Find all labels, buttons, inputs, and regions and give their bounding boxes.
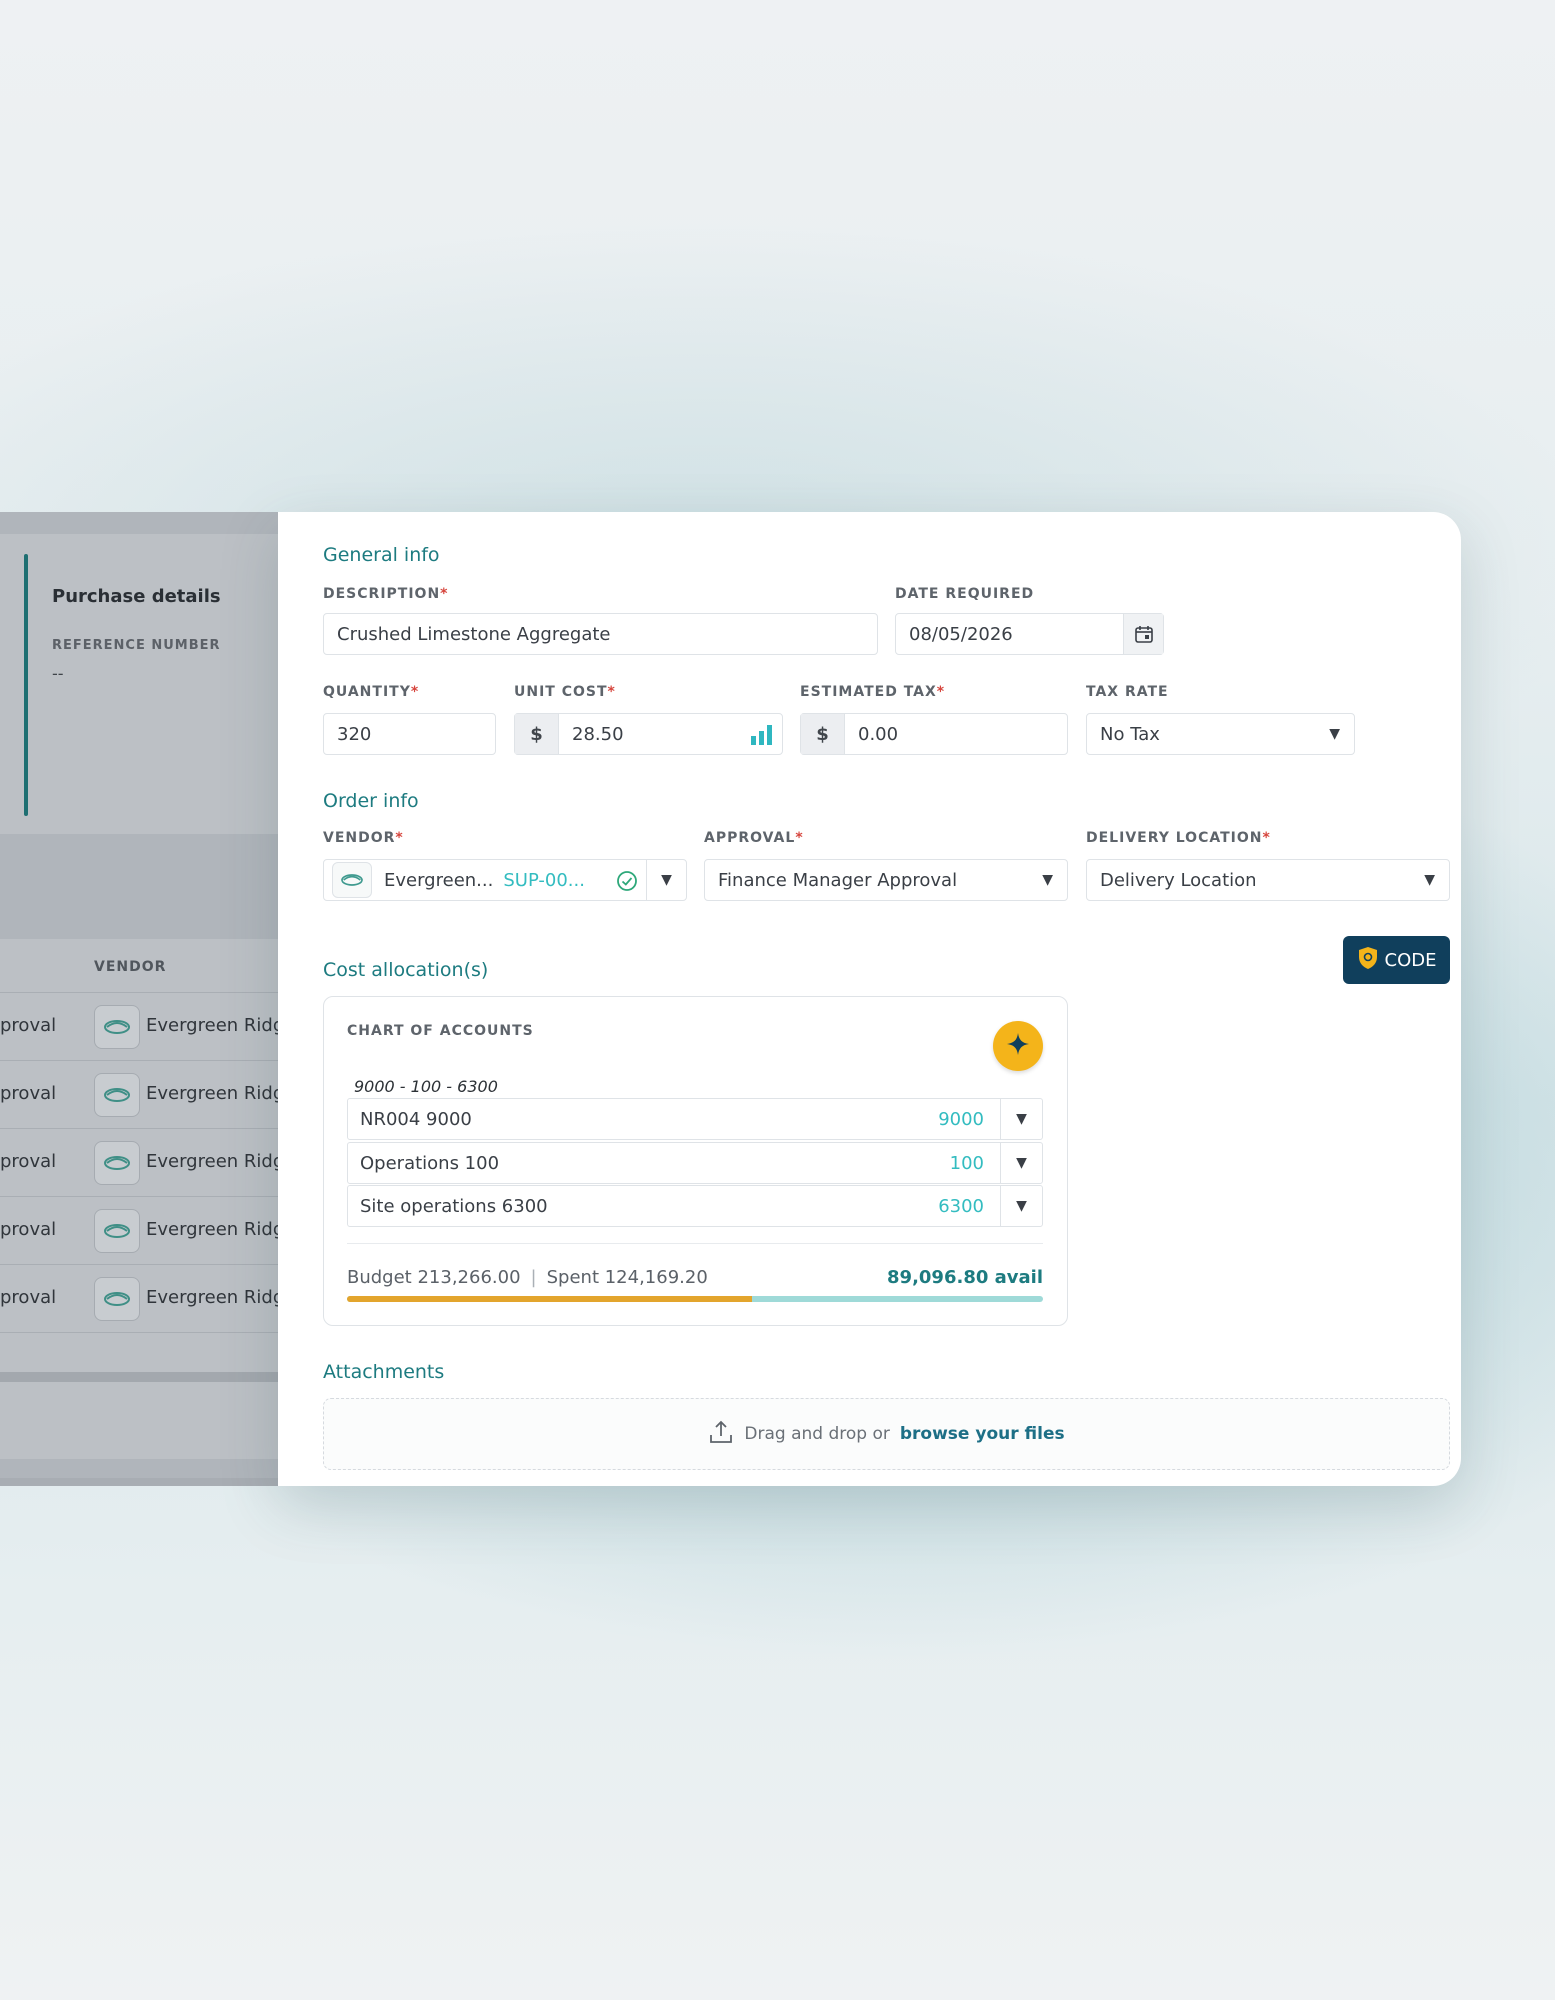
row-status: proval bbox=[0, 1083, 57, 1104]
quantity-input[interactable]: 320 bbox=[323, 713, 496, 755]
segment-name: Site operations 6300 bbox=[360, 1195, 548, 1217]
background-app: Purchase details REFERENCE NUMBER -- VEN… bbox=[0, 512, 300, 1486]
segment-name: NR004 9000 bbox=[360, 1108, 472, 1130]
segment-code: 6300 bbox=[938, 1195, 984, 1217]
upload-icon bbox=[708, 1419, 734, 1450]
browse-files-link[interactable]: browse your files bbox=[900, 1424, 1065, 1444]
vendor-logo-icon bbox=[94, 1277, 140, 1321]
cost-allocation-card: CHART OF ACCOUNTS 9000 - 100 - 6300 NR00… bbox=[323, 996, 1068, 1326]
quantity-label: QUANTITY* bbox=[323, 684, 420, 700]
account-segment-select[interactable]: Operations 100 100 ▼ bbox=[347, 1142, 1043, 1184]
row-vendor: Evergreen Ridge bbox=[146, 1151, 296, 1172]
tax-rate-label: TAX RATE bbox=[1086, 684, 1169, 700]
general-info-title: General info bbox=[323, 544, 440, 566]
unit-cost-input[interactable]: $ 28.50 bbox=[514, 713, 783, 755]
budget-total: Budget 213,266.00 bbox=[347, 1267, 521, 1288]
row-vendor: Evergreen Ridge bbox=[146, 1083, 296, 1104]
reference-number-value: -- bbox=[52, 664, 64, 683]
row-status: proval bbox=[0, 1151, 57, 1172]
background-scrollbar[interactable] bbox=[0, 1478, 300, 1486]
divider bbox=[347, 1243, 1043, 1244]
file-drop-zone[interactable]: Drag and drop or browse your files bbox=[323, 1398, 1450, 1470]
approval-select[interactable]: Finance Manager Approval ▼ bbox=[704, 859, 1068, 901]
calendar-icon[interactable] bbox=[1123, 614, 1163, 654]
unit-cost-label: UNIT COST* bbox=[514, 684, 616, 700]
reference-number-label: REFERENCE NUMBER bbox=[52, 638, 221, 653]
description-label: DESCRIPTION* bbox=[323, 586, 449, 602]
chevron-down-icon: ▼ bbox=[1329, 726, 1340, 742]
date-required-label: DATE REQUIRED bbox=[895, 586, 1035, 602]
chevron-down-icon: ▼ bbox=[1424, 872, 1435, 888]
vendor-logo-icon bbox=[332, 862, 372, 898]
vendor-label: VENDOR* bbox=[323, 830, 404, 846]
tax-rate-select[interactable]: No Tax ▼ bbox=[1086, 713, 1355, 755]
row-vendor: Evergreen Ridge bbox=[146, 1015, 296, 1036]
vendor-dropdown-button[interactable]: ▼ bbox=[646, 860, 686, 900]
table-row[interactable]: proval Evergreen Ridge bbox=[0, 993, 300, 1061]
vendor-logo-icon bbox=[94, 1005, 140, 1049]
cost-allocation-title: Cost allocation(s) bbox=[323, 959, 489, 981]
chevron-down-icon[interactable]: ▼ bbox=[1000, 1143, 1042, 1183]
shield-icon bbox=[1357, 946, 1379, 975]
segment-name: Operations 100 bbox=[360, 1152, 500, 1174]
vendor-select[interactable]: Evergreen... SUP-00... ▼ bbox=[323, 859, 687, 901]
vendor-column-header: VENDOR bbox=[94, 959, 167, 975]
table-row[interactable]: proval Evergreen Ridge bbox=[0, 1197, 300, 1265]
chevron-down-icon: ▼ bbox=[1042, 872, 1053, 888]
vendor-logo-icon bbox=[94, 1209, 140, 1253]
account-segment-select[interactable]: Site operations 6300 6300 ▼ bbox=[347, 1185, 1043, 1227]
segment-code: 9000 bbox=[938, 1108, 984, 1130]
account-segment-select[interactable]: NR004 9000 9000 ▼ bbox=[347, 1098, 1043, 1140]
delivery-location-label: DELIVERY LOCATION* bbox=[1086, 830, 1271, 846]
approval-label: APPROVAL* bbox=[704, 830, 804, 846]
attachments-title: Attachments bbox=[323, 1361, 445, 1383]
estimated-tax-input[interactable]: $ 0.00 bbox=[800, 713, 1068, 755]
sparkle-icon bbox=[1006, 1032, 1030, 1060]
account-code-path: 9000 - 100 - 6300 bbox=[354, 1077, 498, 1096]
row-status: proval bbox=[0, 1219, 57, 1240]
table-row[interactable]: proval Evergreen Ridge bbox=[0, 1129, 300, 1197]
purchase-details-card: Purchase details REFERENCE NUMBER -- bbox=[0, 534, 290, 834]
screen: Purchase details REFERENCE NUMBER -- VEN… bbox=[0, 0, 1555, 2000]
vendor-name: Evergreen... bbox=[384, 869, 494, 891]
purchase-details-title: Purchase details bbox=[52, 586, 221, 607]
ai-suggest-button[interactable] bbox=[993, 1021, 1043, 1071]
table-row[interactable]: proval Evergreen Ridge bbox=[0, 1061, 300, 1129]
vendor-logo-icon bbox=[94, 1141, 140, 1185]
table-row[interactable]: proval Evergreen Ridge bbox=[0, 1265, 300, 1333]
drop-zone-text: Drag and drop or bbox=[744, 1424, 890, 1444]
budget-progress-fill bbox=[347, 1296, 753, 1302]
segment-code: 100 bbox=[949, 1152, 984, 1174]
purchase-form-panel: General info DESCRIPTION* Crushed Limest… bbox=[278, 512, 1461, 1486]
currency-prefix: $ bbox=[515, 714, 559, 754]
chevron-down-icon[interactable]: ▼ bbox=[1000, 1099, 1042, 1139]
row-vendor: Evergreen Ridge bbox=[146, 1287, 296, 1308]
vendor-logo-icon bbox=[94, 1073, 140, 1117]
chevron-down-icon[interactable]: ▼ bbox=[1000, 1186, 1042, 1226]
budget-progress-bar bbox=[347, 1296, 1043, 1302]
card-accent-bar bbox=[24, 554, 28, 816]
delivery-location-select[interactable]: Delivery Location ▼ bbox=[1086, 859, 1450, 901]
currency-prefix: $ bbox=[801, 714, 845, 754]
table-header: VENDOR bbox=[0, 939, 300, 993]
price-history-icon[interactable] bbox=[750, 724, 774, 751]
chart-of-accounts-label: CHART OF ACCOUNTS bbox=[347, 1023, 534, 1039]
row-vendor: Evergreen Ridge bbox=[146, 1219, 296, 1240]
budget-spent: Spent 124,169.20 bbox=[546, 1267, 708, 1288]
table-footer-divider bbox=[0, 1372, 300, 1382]
row-status: proval bbox=[0, 1287, 57, 1308]
verified-check-icon bbox=[616, 870, 638, 897]
order-info-title: Order info bbox=[323, 790, 419, 812]
date-required-input[interactable]: 08/05/2026 bbox=[895, 613, 1164, 655]
description-input[interactable]: Crushed Limestone Aggregate bbox=[323, 613, 878, 655]
budget-summary: Budget 213,266.00 | Spent 124,169.20 bbox=[347, 1267, 708, 1288]
code-button[interactable]: CODE bbox=[1343, 936, 1450, 984]
code-button-label: CODE bbox=[1384, 949, 1437, 971]
budget-available: 89,096.80 avail bbox=[887, 1267, 1043, 1288]
row-status: proval bbox=[0, 1015, 57, 1036]
estimated-tax-label: ESTIMATED TAX* bbox=[800, 684, 946, 700]
vendor-code: SUP-00... bbox=[503, 869, 585, 891]
